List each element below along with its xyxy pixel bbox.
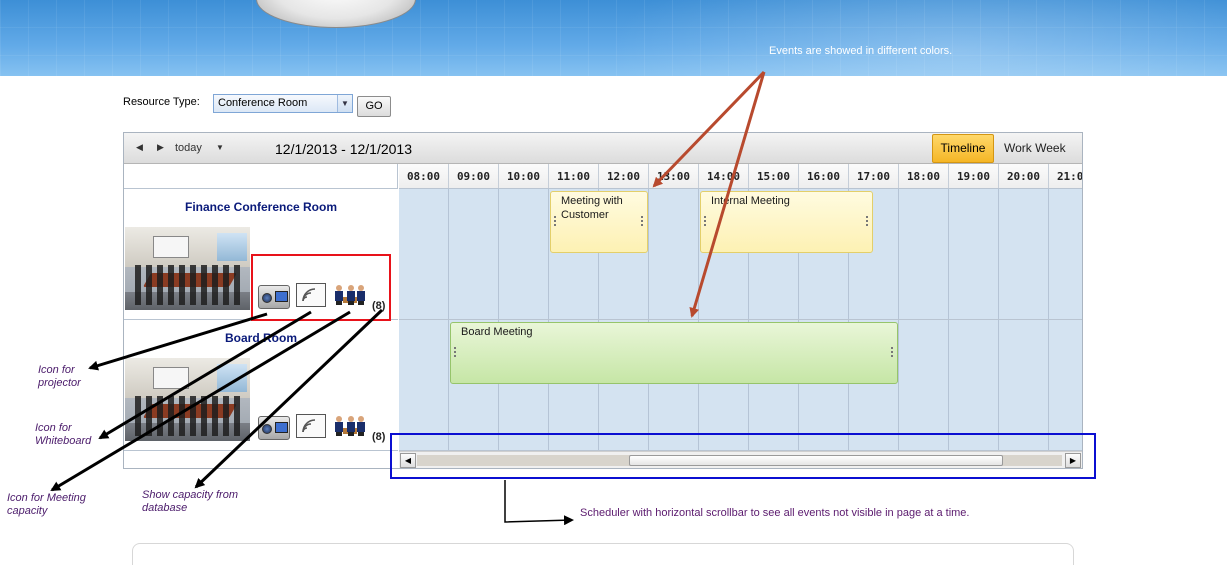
- prev-icon[interactable]: ◀: [136, 142, 143, 153]
- capacity-db-note: Show capacity from database: [142, 489, 238, 514]
- projector-note: Icon for projector: [38, 364, 81, 389]
- event-title: Meeting with Customer: [561, 195, 623, 221]
- resize-handle-left[interactable]: [554, 216, 556, 228]
- scrollbar-highlight-box: [390, 433, 1096, 479]
- event-board-meeting[interactable]: Board Meeting: [450, 322, 898, 384]
- colors-note: Events are showed in different colors.: [769, 45, 953, 57]
- resource-name[interactable]: Finance Conference Room: [124, 200, 398, 214]
- projector-icon: [258, 416, 290, 440]
- arrow-scrollbar-note: [504, 480, 574, 526]
- timeline-grid: Meeting with Customer Internal Meeting B…: [399, 189, 1082, 451]
- time-slot-header: 17:00: [849, 164, 899, 188]
- time-slot-header: 09:00: [449, 164, 499, 188]
- date-range: 12/1/2013 - 12/1/2013: [275, 141, 413, 157]
- time-slot-header: 12:00: [599, 164, 649, 188]
- go-button[interactable]: GO: [357, 96, 391, 117]
- time-slot-header: 18:00: [899, 164, 949, 188]
- resource-type-select[interactable]: Conference Room ▼: [213, 94, 353, 113]
- time-slot-header: 20:00: [999, 164, 1049, 188]
- work-week-view-button[interactable]: Work Week: [1004, 141, 1066, 155]
- bottom-panel: [132, 543, 1074, 565]
- room-photo: [125, 227, 250, 310]
- resource-type-value: Conference Room: [218, 97, 308, 109]
- timeline-view-button[interactable]: Timeline: [932, 134, 994, 163]
- header-banner: [0, 0, 1227, 76]
- room-photo: [125, 358, 250, 441]
- event-title: Board Meeting: [461, 326, 533, 338]
- time-slot-header: 19:00: [949, 164, 999, 188]
- time-slot-header: 14:00: [699, 164, 749, 188]
- icons-highlight-box: [251, 254, 391, 321]
- next-icon[interactable]: ▶: [157, 142, 164, 153]
- event-internal-meeting[interactable]: Internal Meeting: [700, 191, 873, 253]
- time-slot-header: 13:00: [649, 164, 699, 188]
- resize-handle-right[interactable]: [641, 216, 643, 228]
- time-slot-header: 21:00: [1049, 164, 1082, 188]
- resource-header-blank: [124, 164, 398, 189]
- resource-type-label: Resource Type:: [123, 96, 200, 108]
- resize-handle-left[interactable]: [454, 347, 456, 359]
- banner-glow: [607, 0, 1227, 76]
- resource-row: Board Room (8): [124, 320, 398, 451]
- capacity-icon: [335, 412, 367, 436]
- whiteboard-note: Icon for Whiteboard: [35, 422, 92, 447]
- event-title: Internal Meeting: [711, 195, 790, 207]
- today-button[interactable]: today: [175, 142, 202, 154]
- time-slot-header: 08:00: [399, 164, 449, 188]
- meeting-capacity-note: Icon for Meeting capacity: [7, 492, 86, 517]
- scheduler-toolbar: ◀ ▶ today ▼ 12/1/2013 - 12/1/2013 Timeli…: [124, 133, 1082, 164]
- resource-name[interactable]: Board Room: [124, 331, 398, 345]
- event-meeting-with-customer[interactable]: Meeting with Customer: [550, 191, 648, 253]
- dropdown-arrow-icon[interactable]: ▼: [337, 95, 352, 112]
- date-picker-dropdown-icon[interactable]: ▼: [216, 143, 224, 152]
- capacity-count: (8): [372, 431, 386, 443]
- time-slot-header: 16:00: [799, 164, 849, 188]
- scrollbar-note: Scheduler with horizontal scrollbar to s…: [580, 507, 970, 519]
- resize-handle-right[interactable]: [891, 347, 893, 359]
- time-header: 08:00 09:00 10:00 11:00 12:00 13:00 14:0…: [399, 164, 1082, 189]
- time-slot-header: 15:00: [749, 164, 799, 188]
- whiteboard-icon: [296, 414, 326, 438]
- time-slot-header: 10:00: [499, 164, 549, 188]
- resize-handle-right[interactable]: [866, 216, 868, 228]
- time-slot-header: 11:00: [549, 164, 599, 188]
- resize-handle-left[interactable]: [704, 216, 706, 228]
